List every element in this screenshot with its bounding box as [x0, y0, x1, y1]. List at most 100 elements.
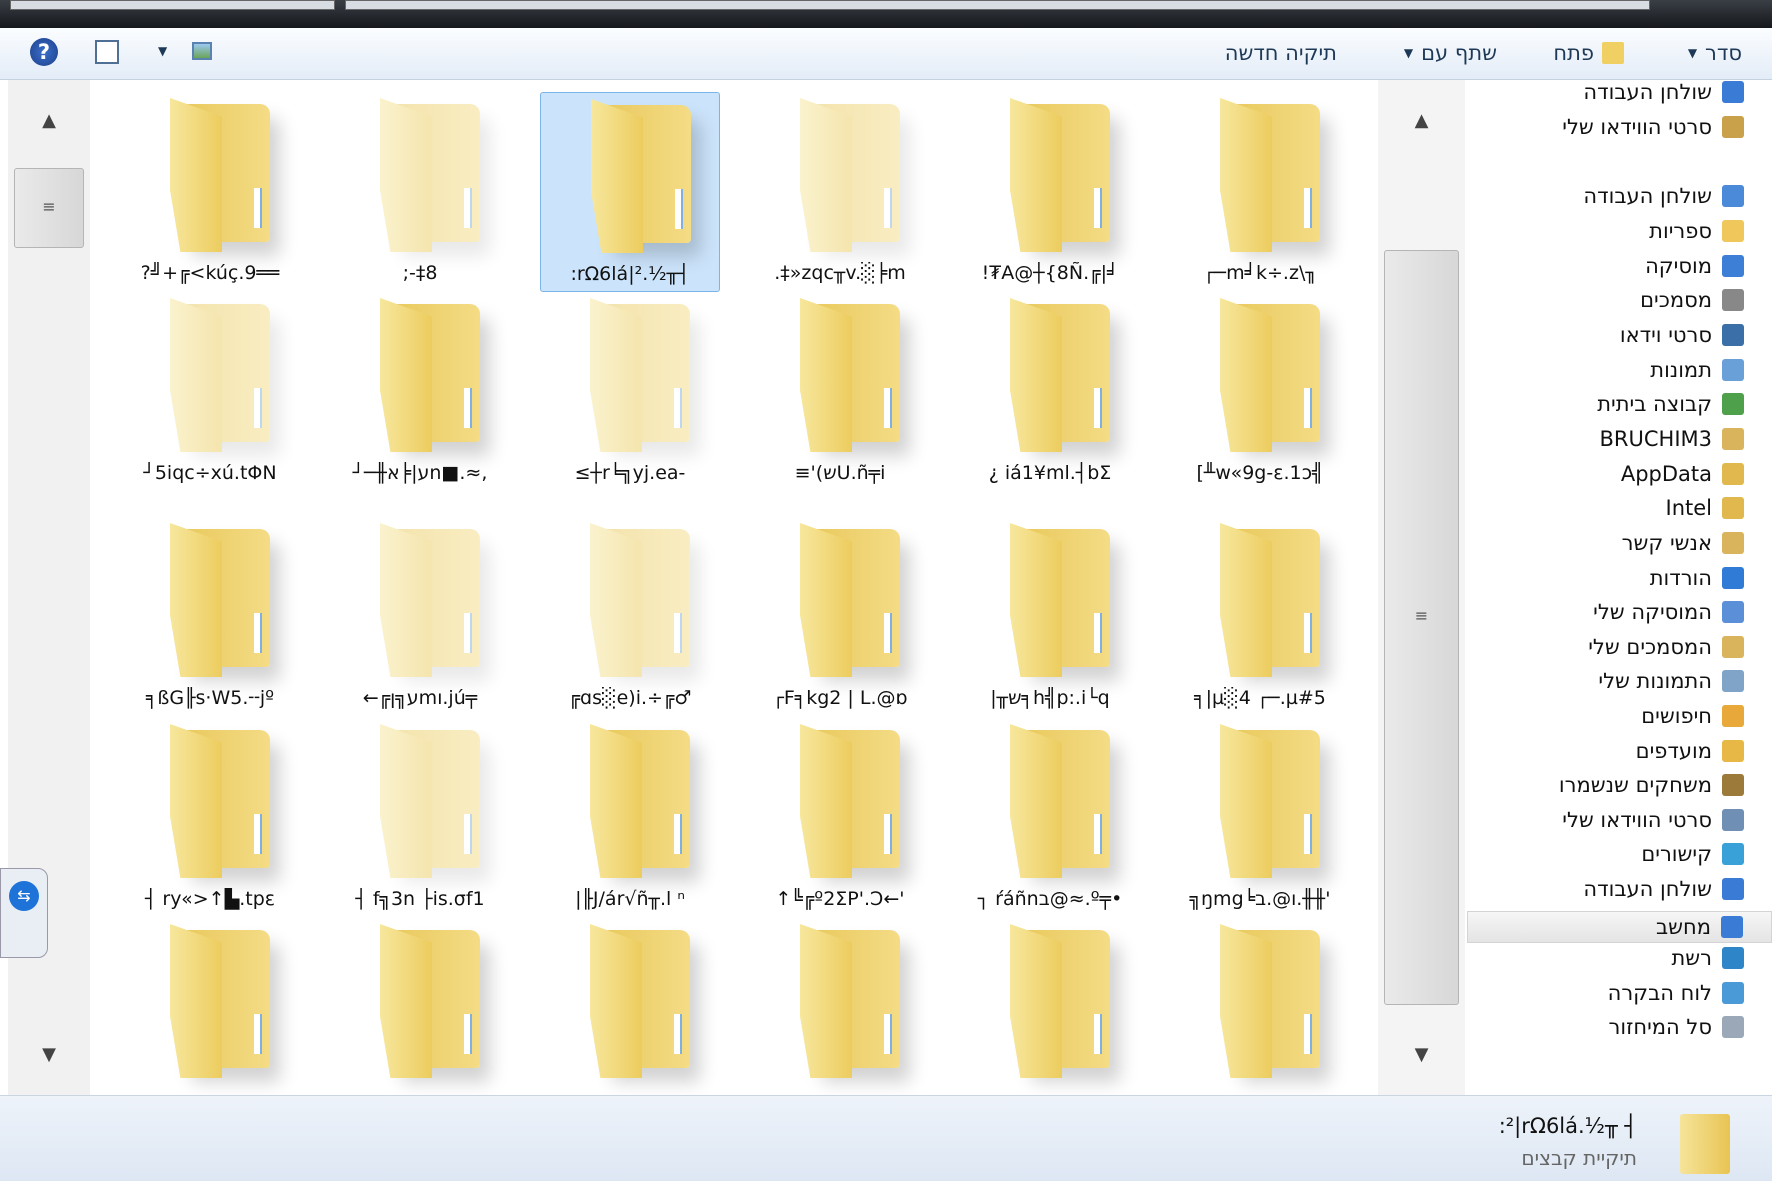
- folder-item[interactable]: [╨w«9g-ε.1ↄ╣: [1170, 292, 1350, 492]
- nav-item[interactable]: שולחן העבודה: [1583, 80, 1744, 104]
- folder-item[interactable]: ┌F╕kg2 | L.@ɒ: [750, 517, 930, 717]
- nav-icon: [1722, 878, 1744, 900]
- folder-icon: [380, 924, 490, 1084]
- folder-item[interactable]: ┘5iqc÷xú.tΦN: [120, 292, 300, 492]
- folder-item[interactable]: ╕ßG╟s·W5.╌jº: [120, 517, 300, 717]
- folder-item[interactable]: !₮A@┼{8Ñ.╔|╛: [960, 92, 1140, 292]
- nav-icon: [1722, 947, 1744, 969]
- folder-item[interactable]: :rΩ6lá|².½╥┤: [540, 92, 720, 292]
- nav-item[interactable]: מוסיקה: [1645, 254, 1744, 278]
- folder-item[interactable]: |╟J/ár√ñ╥.l ⁿ: [540, 718, 720, 918]
- nav-item[interactable]: ספריות: [1649, 219, 1744, 243]
- nav-label: שולחן העבודה: [1583, 184, 1712, 208]
- nav-item[interactable]: רשת: [1671, 946, 1744, 970]
- back-forward-area[interactable]: [10, 0, 335, 10]
- nav-item[interactable]: לוח הבקרה: [1608, 981, 1744, 1005]
- folder-item[interactable]: ╗ŋmg╘ו@.ב.╫╫': [1170, 718, 1350, 918]
- open-button[interactable]: פתח: [1553, 41, 1624, 65]
- navigation-pane: שולחן העבודה סרטי הווידאו שלי שולחן העבודה…: [1465, 80, 1772, 1095]
- nav-item[interactable]: Intel: [1666, 496, 1744, 520]
- folder-icon: [590, 924, 700, 1084]
- folder-item[interactable]: [750, 918, 930, 1095]
- folder-item[interactable]: .‡»zqc╥v.░╞m: [750, 92, 930, 292]
- nav-label: BRUCHIM3: [1599, 427, 1713, 451]
- folder-item[interactable]: ≤┼r╘╗yj.ea-: [540, 292, 720, 492]
- folder-item[interactable]: ╔ɑs░e)i.÷╔♂: [540, 517, 720, 717]
- folder-item[interactable]: ╕|µ░4 ┌─.µ#5: [1170, 517, 1350, 717]
- folder-item[interactable]: ┤ ry«>↑▙.tpε: [120, 718, 300, 918]
- nav-item[interactable]: מועדפים: [1636, 739, 1744, 763]
- nav-item[interactable]: שולחן העבודה: [1583, 877, 1744, 901]
- preview-pane-icon[interactable]: [95, 40, 119, 64]
- folder-item[interactable]: ┘─╫ע|╞אn■.≈,: [330, 292, 510, 492]
- scroll-thumb[interactable]: ≡: [14, 168, 84, 248]
- scroll-up-icon[interactable]: ▲: [1378, 110, 1465, 131]
- scroll-down-icon[interactable]: ▼: [1378, 1044, 1465, 1065]
- nav-item[interactable]: AppData: [1621, 462, 1744, 486]
- folder-item[interactable]: ↑╚╔º2ΣP'.Ɔ←': [750, 718, 930, 918]
- nav-item[interactable]: סל המיחזור: [1609, 1015, 1744, 1039]
- nav-item[interactable]: קישורים: [1641, 842, 1744, 866]
- folder-item[interactable]: |╥ש╕h╣p:.i└q: [960, 517, 1140, 717]
- teamviewer-tab[interactable]: ⇆: [0, 868, 48, 958]
- address-bar[interactable]: [345, 0, 1650, 10]
- folder-item[interactable]: ?╝+╔<kúç.9══: [120, 92, 300, 292]
- folder-item[interactable]: [960, 918, 1140, 1095]
- nav-icon: [1722, 636, 1744, 658]
- nav-label: ספריות: [1649, 219, 1712, 243]
- folder-name: |╥ש╕h╣p:.i└q: [990, 687, 1110, 709]
- folder-item[interactable]: [540, 918, 720, 1095]
- organize-button[interactable]: ▼ סדר: [1688, 41, 1742, 65]
- folder-item[interactable]: ;-‡8: [330, 92, 510, 292]
- right-scrollbar[interactable]: ▲ ≡ ▼: [1378, 80, 1465, 1095]
- nav-item[interactable]: קבוצה ביתית: [1597, 392, 1744, 416]
- folder-item[interactable]: ¿ iá1¥ml.┤bΣ: [960, 292, 1140, 492]
- nav-label: קישורים: [1641, 842, 1712, 866]
- nav-item[interactable]: סרטי וידאו: [1620, 323, 1744, 347]
- nav-item[interactable]: המוסיקה שלי: [1593, 600, 1744, 624]
- folder-name: ╕|µ░4 ┌─.µ#5: [1194, 687, 1326, 709]
- folder-item[interactable]: [1170, 918, 1350, 1095]
- organize-label: סדר: [1705, 41, 1742, 65]
- nav-item[interactable]: מסמכים: [1640, 288, 1744, 312]
- folder-icon: [800, 98, 910, 258]
- nav-icon: [1722, 567, 1744, 589]
- nav-item[interactable]: מחשב: [1467, 911, 1772, 943]
- nav-label: AppData: [1620, 462, 1712, 486]
- folder-item[interactable]: ┤ f╗3n ├is.σf1: [330, 718, 510, 918]
- view-options-button[interactable]: ▼: [158, 44, 167, 58]
- nav-icon: [1722, 81, 1744, 103]
- nav-item[interactable]: סרטי הווידאו שלי: [1562, 808, 1744, 832]
- share-button[interactable]: ▼ שתף עם: [1404, 41, 1497, 65]
- folder-item[interactable]: ┌─m╛k÷.z\╖: [1170, 92, 1350, 292]
- nav-item[interactable]: הורדות: [1650, 566, 1744, 590]
- nav-item[interactable]: סרטי הווידאו שלי: [1562, 115, 1744, 139]
- nav-item[interactable]: תמונות: [1650, 358, 1744, 382]
- nav-item[interactable]: חיפושים: [1641, 704, 1744, 728]
- folder-name: ╔ɑs░e)i.÷╔♂: [568, 687, 692, 709]
- folder-name: ┌F╕kg2 | L.@ɒ: [772, 687, 908, 709]
- nav-item[interactable]: משחקים שנשמרו: [1559, 773, 1744, 797]
- help-icon[interactable]: ?: [30, 38, 58, 66]
- folder-item[interactable]: [120, 918, 300, 1095]
- nav-item[interactable]: התמונות שלי: [1598, 669, 1744, 693]
- folder-item[interactable]: [330, 918, 510, 1095]
- folder-item[interactable]: ≡'(שU.ñ╤i: [750, 292, 930, 492]
- scroll-down-icon[interactable]: ▼: [8, 1044, 90, 1065]
- nav-label: מסמכים: [1640, 288, 1712, 312]
- new-folder-button[interactable]: תיקיה חדשה: [1225, 41, 1337, 65]
- change-view-icon[interactable]: [192, 42, 212, 60]
- scroll-thumb[interactable]: ≡: [1384, 250, 1459, 1005]
- scroll-up-icon[interactable]: ▲: [8, 110, 90, 131]
- folder-item[interactable]: ←╔ע╗ןmו.jú╤: [330, 517, 510, 717]
- nav-item[interactable]: המסמכים שלי: [1588, 635, 1744, 659]
- nav-item[interactable]: אנשי קשר: [1622, 531, 1744, 555]
- nav-item[interactable]: שולחן העבודה: [1583, 184, 1744, 208]
- folder-icon: [1010, 724, 1120, 884]
- folder-name: ╕ßG╟s·W5.╌jº: [145, 687, 275, 709]
- nav-item[interactable]: BRUCHIM3: [1599, 427, 1744, 451]
- folder-icon: [800, 298, 910, 458]
- folder-icon: [170, 924, 280, 1084]
- folder-item[interactable]: ┐ ŕáñnב@≈.º╤•: [960, 718, 1140, 918]
- folder-name: ┤ ry«>↑▙.tpε: [144, 888, 276, 910]
